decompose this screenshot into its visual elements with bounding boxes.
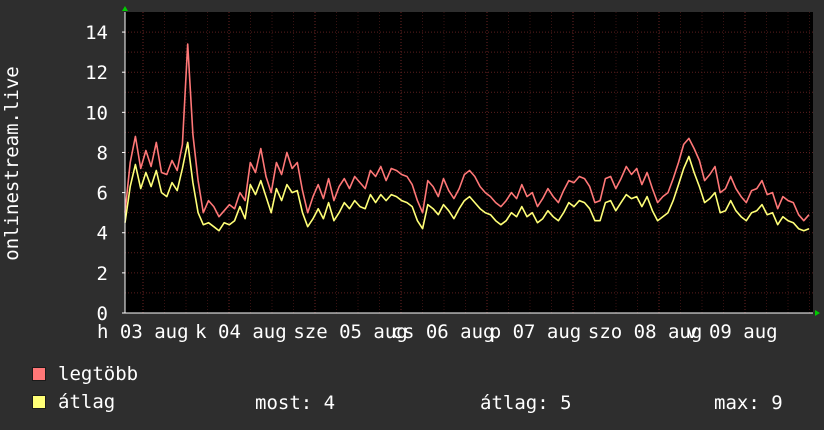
y-axis-arrow — [122, 6, 128, 11]
y-tick-label: 14 — [85, 22, 108, 44]
y-axis-label: onlinestream.live — [1, 66, 23, 260]
y-tick-label: 2 — [97, 263, 108, 285]
stat-max: max: 9 — [714, 392, 783, 414]
plot-area — [125, 12, 813, 313]
y-tick-label: 6 — [97, 183, 108, 205]
legend-swatch-max — [32, 367, 46, 381]
stat-average: átlag: 5 — [480, 392, 572, 414]
legend-label-max: legtöbb — [58, 363, 139, 385]
y-tick-label: 12 — [85, 62, 108, 84]
legend-label-average: átlag — [58, 391, 116, 413]
graph-panel: 0 2 4 6 8 10 12 14 h 03 aug k 04 aug sze 05 aug cs … — [0, 0, 824, 430]
legend-item-average: átlag — [32, 391, 116, 413]
y-tick-label: 8 — [97, 142, 108, 164]
x-tick-label: cs 06 aug — [392, 321, 495, 343]
x-axis-arrow — [815, 310, 820, 316]
legend-item-max: legtöbb — [32, 363, 139, 385]
x-tick-label: v 09 aug — [686, 321, 778, 343]
x-tick-label: h 03 aug — [97, 321, 189, 343]
y-tick-label: 4 — [97, 223, 108, 245]
x-tick-label: k 04 aug — [195, 321, 287, 343]
stat-current: most: 4 — [255, 392, 336, 414]
x-tick-label: p 07 aug — [490, 321, 582, 343]
y-tick-label: 10 — [85, 102, 108, 124]
line-chart: 02468101214h 03 aug k 04 aug sze 05 augcs … — [1, 6, 820, 343]
legend-swatch-average — [32, 395, 46, 409]
